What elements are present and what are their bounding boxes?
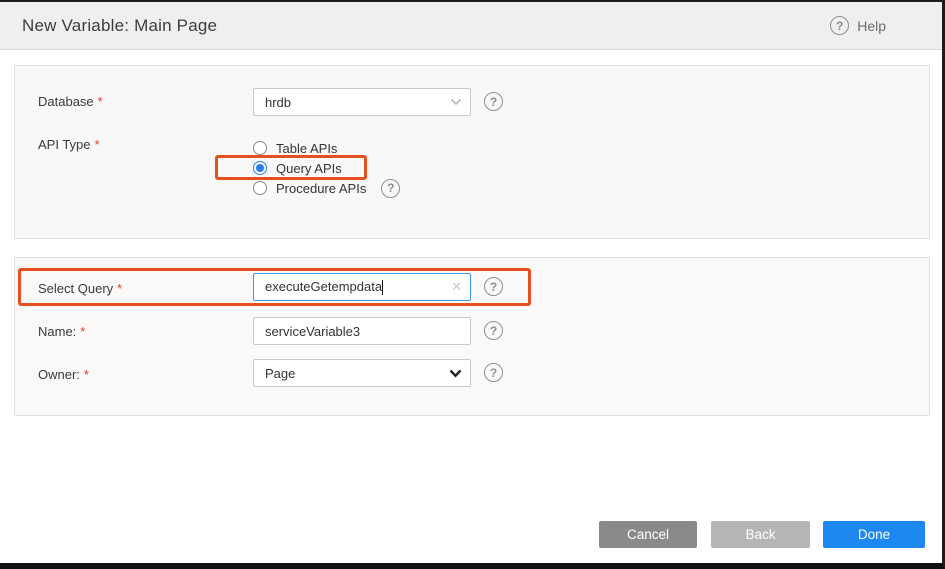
radio-icon bbox=[253, 141, 267, 155]
clear-icon[interactable]: ✕ bbox=[451, 279, 462, 295]
required-asterisk: * bbox=[98, 94, 103, 109]
radio-label: Query APIs bbox=[276, 161, 342, 176]
text-cursor bbox=[382, 280, 383, 295]
dialog-header: New Variable: Main Page ? Help bbox=[0, 2, 942, 50]
name-input[interactable]: serviceVariable3 bbox=[253, 317, 471, 345]
radio-label: Procedure APIs bbox=[276, 181, 366, 196]
database-help-icon[interactable]: ? bbox=[484, 92, 503, 111]
dialog-title: New Variable: Main Page bbox=[22, 16, 217, 36]
help-button[interactable]: ? Help bbox=[830, 16, 886, 35]
name-label: Name:* bbox=[38, 324, 85, 339]
cancel-button[interactable]: Cancel bbox=[599, 521, 697, 548]
name-help-icon[interactable]: ? bbox=[484, 321, 503, 340]
help-icon: ? bbox=[830, 16, 849, 35]
datasource-panel: Database* hrdb ? API Type* Table APIs Qu… bbox=[14, 65, 930, 239]
radio-query-apis[interactable]: Query APIs bbox=[253, 158, 342, 178]
owner-label: Owner:* bbox=[38, 367, 89, 382]
required-asterisk: * bbox=[80, 324, 85, 339]
api-type-label: API Type* bbox=[38, 137, 100, 152]
radio-table-apis[interactable]: Table APIs bbox=[253, 138, 337, 158]
owner-select[interactable]: Page bbox=[253, 359, 471, 387]
select-query-label: Select Query* bbox=[38, 281, 122, 296]
radio-label: Table APIs bbox=[276, 141, 337, 156]
chevron-down-icon bbox=[450, 98, 462, 106]
chevron-down-icon bbox=[449, 369, 462, 378]
select-query-input[interactable]: executeGetempdata ✕ bbox=[253, 273, 471, 301]
radio-selected-icon bbox=[253, 161, 267, 175]
back-button[interactable]: Back bbox=[711, 521, 810, 548]
database-select[interactable]: hrdb bbox=[253, 88, 471, 116]
required-asterisk: * bbox=[117, 281, 122, 296]
database-label: Database* bbox=[38, 94, 103, 109]
api-type-help-icon[interactable]: ? bbox=[381, 179, 400, 198]
radio-icon bbox=[253, 181, 267, 195]
variable-details-panel: Select Query* executeGetempdata ✕ ? Name… bbox=[14, 257, 930, 416]
new-variable-dialog: New Variable: Main Page ? Help Database*… bbox=[0, 0, 945, 569]
required-asterisk: * bbox=[95, 137, 100, 152]
database-value: hrdb bbox=[265, 95, 444, 110]
name-value: serviceVariable3 bbox=[265, 324, 462, 339]
select-query-value: executeGetempdata bbox=[265, 279, 445, 295]
help-label: Help bbox=[857, 18, 886, 34]
done-button[interactable]: Done bbox=[823, 521, 925, 548]
radio-procedure-apis[interactable]: Procedure APIs ? bbox=[253, 178, 400, 198]
owner-value: Page bbox=[265, 366, 443, 381]
required-asterisk: * bbox=[84, 367, 89, 382]
owner-help-icon[interactable]: ? bbox=[484, 363, 503, 382]
select-query-help-icon[interactable]: ? bbox=[484, 277, 503, 296]
